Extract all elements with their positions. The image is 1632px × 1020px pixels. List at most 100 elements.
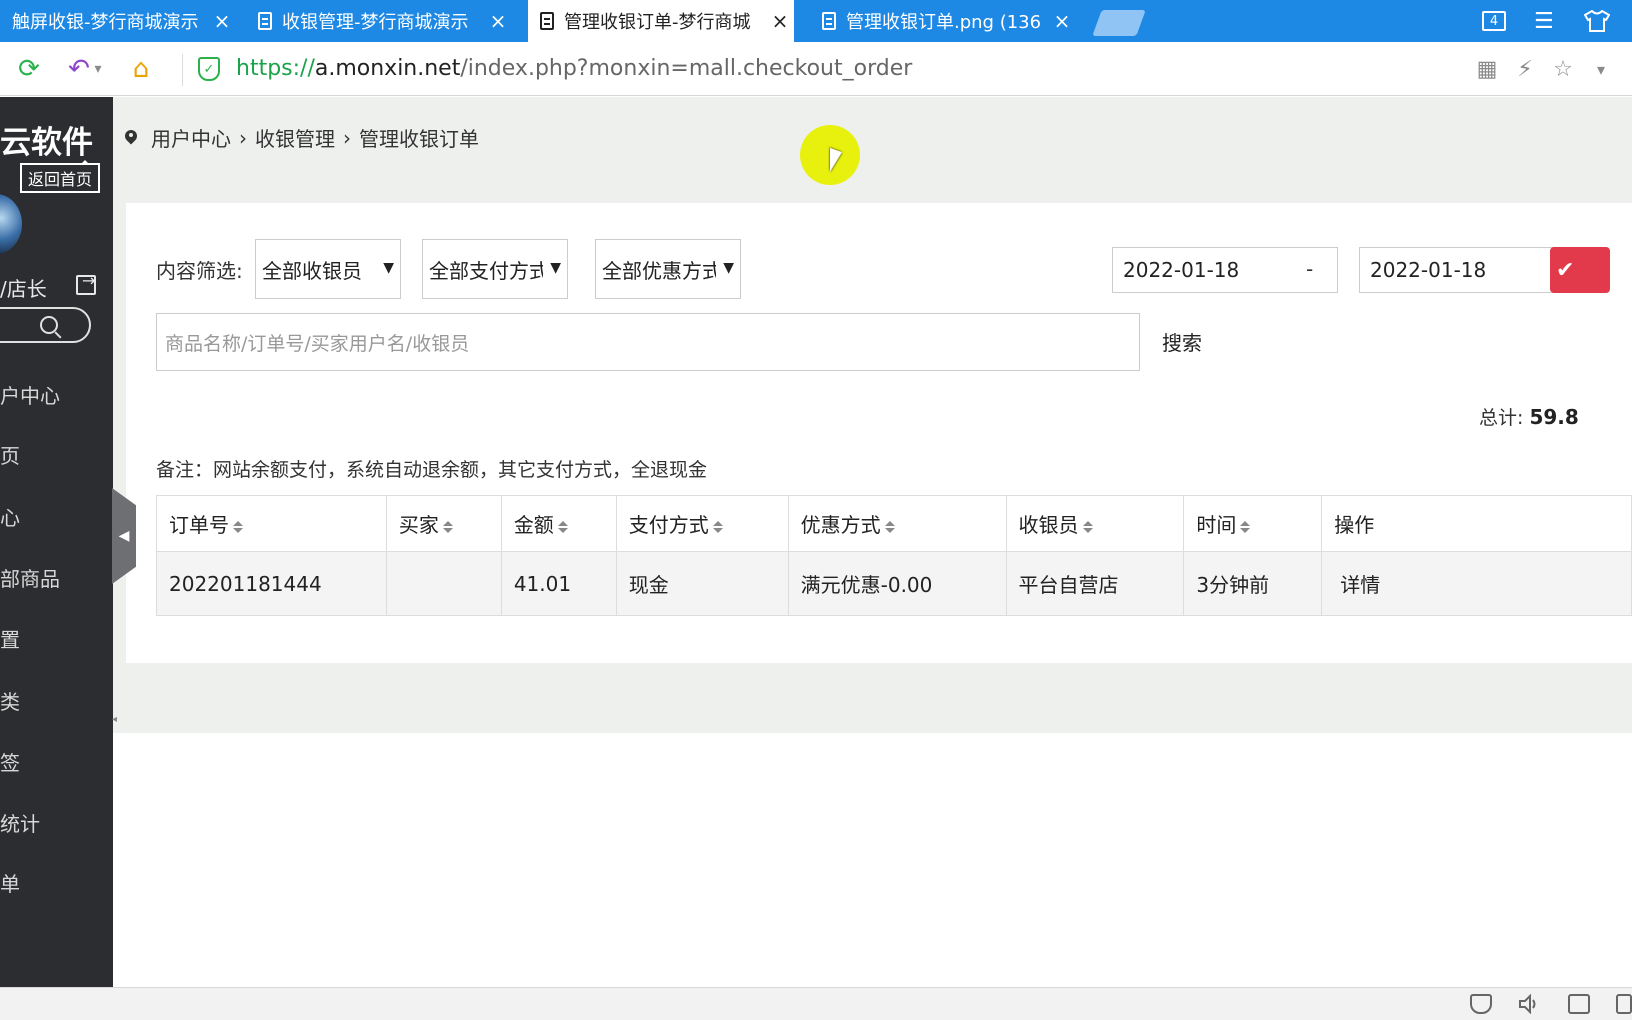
checkmark-icon: ✔ — [1556, 257, 1575, 283]
new-tab-button[interactable] — [1092, 10, 1146, 36]
sidebar-item-center[interactable]: 心 — [0, 502, 20, 531]
window-count[interactable]: 4 — [1482, 0, 1506, 42]
tab-label: 管理收银订单.png (136 — [846, 12, 1042, 33]
browser-tab-strip: 触屏收银-梦行商城演示 × 收银管理-梦行商城演示 × 管理收银订单-梦行商城 … — [0, 0, 1632, 42]
address-bar: ⟳ ↶ ▾ ⌂ ✓ https://a.monxin.net/index.php… — [0, 42, 1632, 96]
sidebar-item-categories[interactable]: 类 — [0, 686, 20, 715]
sidebar-item-orders[interactable]: 单 — [0, 868, 20, 897]
sort-icon[interactable] — [884, 519, 895, 535]
sort-icon[interactable] — [442, 519, 453, 535]
discount-method-select[interactable]: 全部优惠方式 ▼ — [595, 239, 741, 299]
header-label: 时间 — [1196, 513, 1237, 537]
url-host: a.monxin.net — [314, 56, 461, 81]
more-dropdown-icon[interactable]: ▾ — [1584, 52, 1618, 86]
sort-icon[interactable] — [557, 519, 568, 535]
document-icon — [540, 12, 554, 30]
user-role: /店长 — [0, 277, 47, 301]
lightning-icon[interactable]: ⚡ — [1508, 52, 1542, 86]
sidebar-item-all-products[interactable]: 部商品 — [0, 563, 60, 592]
start-date-input[interactable]: 2022-01-18 — [1112, 247, 1338, 293]
close-icon[interactable]: × — [766, 9, 794, 33]
sidebar-item-tags[interactable]: 签 — [0, 747, 20, 776]
caret-down-icon: ▼ — [723, 260, 734, 276]
table-header-row: 订单号 买家 金额 支付方式 优惠方式 收银员 时间 操作 — [156, 495, 1632, 552]
payment-select-value: 全部支付方式 — [429, 258, 543, 283]
mouse-cursor-icon — [830, 147, 842, 177]
breadcrumb-checkout-management[interactable]: 收银管理 — [255, 123, 335, 152]
cell-amount: 41.01 — [500, 551, 617, 616]
search-input[interactable]: 商品名称/订单号/买家用户名/收银员 — [156, 313, 1140, 371]
tab-checkout-management[interactable]: 收银管理-梦行商城演示 × — [246, 0, 512, 42]
download-icon[interactable] — [1568, 994, 1590, 1014]
main-content: 用户中心 › 收银管理 › 管理收银订单 内容筛选: 全部收银员 ▼ 全部支付方… — [113, 97, 1632, 733]
collapse-arrow-icon: ◀ — [118, 528, 130, 544]
back-home-button[interactable]: 返回首页 — [20, 160, 101, 193]
location-pin-icon — [125, 130, 137, 146]
logout-icon[interactable] — [76, 271, 96, 295]
sidebar-item-settings[interactable]: 置 — [0, 624, 20, 653]
home-icon[interactable]: ⌂ — [124, 52, 158, 86]
column-header-discount[interactable]: 优惠方式 — [787, 495, 1007, 552]
cashier-select[interactable]: 全部收银员 ▼ — [255, 239, 401, 299]
header-label: 收银员 — [1018, 513, 1079, 537]
security-shield-icon[interactable] — [1470, 994, 1492, 1014]
search-button[interactable]: 搜索 — [1162, 327, 1202, 356]
close-icon[interactable]: × — [484, 9, 512, 33]
orders-panel: 内容筛选: 全部收银员 ▼ 全部支付方式 ▼ 全部优惠方式 ▼ 2022-01-… — [126, 203, 1632, 663]
breadcrumb-user-center[interactable]: 用户中心 — [151, 123, 231, 152]
bookmark-star-icon[interactable]: ☆ — [1546, 52, 1580, 86]
qr-code-icon[interactable]: ▦ — [1470, 52, 1504, 86]
document-icon — [258, 12, 272, 30]
sidebar-search-input[interactable] — [0, 307, 91, 343]
cashier-select-value: 全部收银员 — [262, 258, 362, 283]
search-icon[interactable] — [40, 316, 58, 334]
total-summary: 总计: 59.8 — [1479, 403, 1579, 430]
sort-icon[interactable] — [1240, 519, 1251, 535]
details-link[interactable]: 详情 — [1334, 573, 1380, 597]
column-header-buyer[interactable]: 买家 — [385, 495, 502, 552]
confirm-filter-button[interactable]: ✔ — [1550, 247, 1610, 293]
breadcrumb-separator: › — [343, 125, 351, 150]
payment-method-select[interactable]: 全部支付方式 ▼ — [422, 239, 568, 299]
scroll-left-arrow-icon[interactable]: ◂ — [112, 714, 117, 725]
tab-screenshot-png[interactable]: 管理收银订单.png (136 × — [810, 0, 1076, 42]
header-label: 支付方式 — [628, 513, 709, 537]
tab-manage-checkout-orders[interactable]: 管理收银订单-梦行商城 × — [528, 0, 794, 42]
tab-touch-checkout[interactable]: 触屏收银-梦行商城演示 × — [0, 0, 236, 42]
column-header-order-no[interactable]: 订单号 — [156, 495, 387, 552]
sidebar-item-user-center[interactable]: 户中心 — [0, 380, 60, 409]
sort-icon[interactable] — [712, 519, 723, 535]
close-icon[interactable]: × — [1048, 9, 1076, 33]
header-label: 金额 — [513, 513, 554, 537]
header-label: 买家 — [398, 513, 439, 537]
window-count-badge: 4 — [1482, 11, 1506, 31]
caret-down-icon: ▼ — [383, 260, 394, 276]
filter-label: 内容筛选: — [156, 259, 243, 283]
url-scheme: https:// — [236, 56, 315, 81]
cell-time: 3分钟前 — [1183, 551, 1323, 616]
column-header-amount[interactable]: 金额 — [500, 495, 617, 552]
volume-icon[interactable] — [1518, 993, 1540, 1015]
breadcrumb-current-page: 管理收银订单 — [359, 127, 479, 151]
reload-icon[interactable]: ⟳ — [12, 52, 46, 86]
divider — [182, 54, 183, 86]
avatar[interactable] — [0, 194, 22, 254]
sort-icon[interactable] — [1082, 519, 1093, 535]
sidebar-item-statistics[interactable]: 统计 — [0, 808, 40, 837]
column-header-action: 操作 — [1321, 495, 1632, 552]
close-icon[interactable]: × — [208, 9, 236, 33]
orders-table: 订单号 买家 金额 支付方式 优惠方式 收银员 时间 操作 2022011814… — [156, 495, 1632, 616]
menu-icon[interactable]: ☰ — [1534, 0, 1554, 42]
skin-icon[interactable] — [1584, 0, 1610, 42]
cell-payment: 现金 — [615, 551, 789, 616]
column-header-cashier[interactable]: 收银员 — [1005, 495, 1185, 552]
column-header-payment[interactable]: 支付方式 — [615, 495, 789, 552]
sort-icon[interactable] — [233, 519, 243, 535]
url-field[interactable]: https://a.monxin.net/index.php?monxin=ma… — [236, 54, 912, 84]
cell-cashier: 平台自营店 — [1005, 551, 1185, 616]
undo-dropdown-icon[interactable]: ▾ — [88, 52, 108, 86]
tab-label: 管理收银订单-梦行商城 — [564, 12, 751, 33]
sidebar-item-home[interactable]: 页 — [0, 440, 20, 469]
column-header-time[interactable]: 时间 — [1183, 495, 1323, 552]
extension-icon[interactable] — [1616, 994, 1632, 1014]
